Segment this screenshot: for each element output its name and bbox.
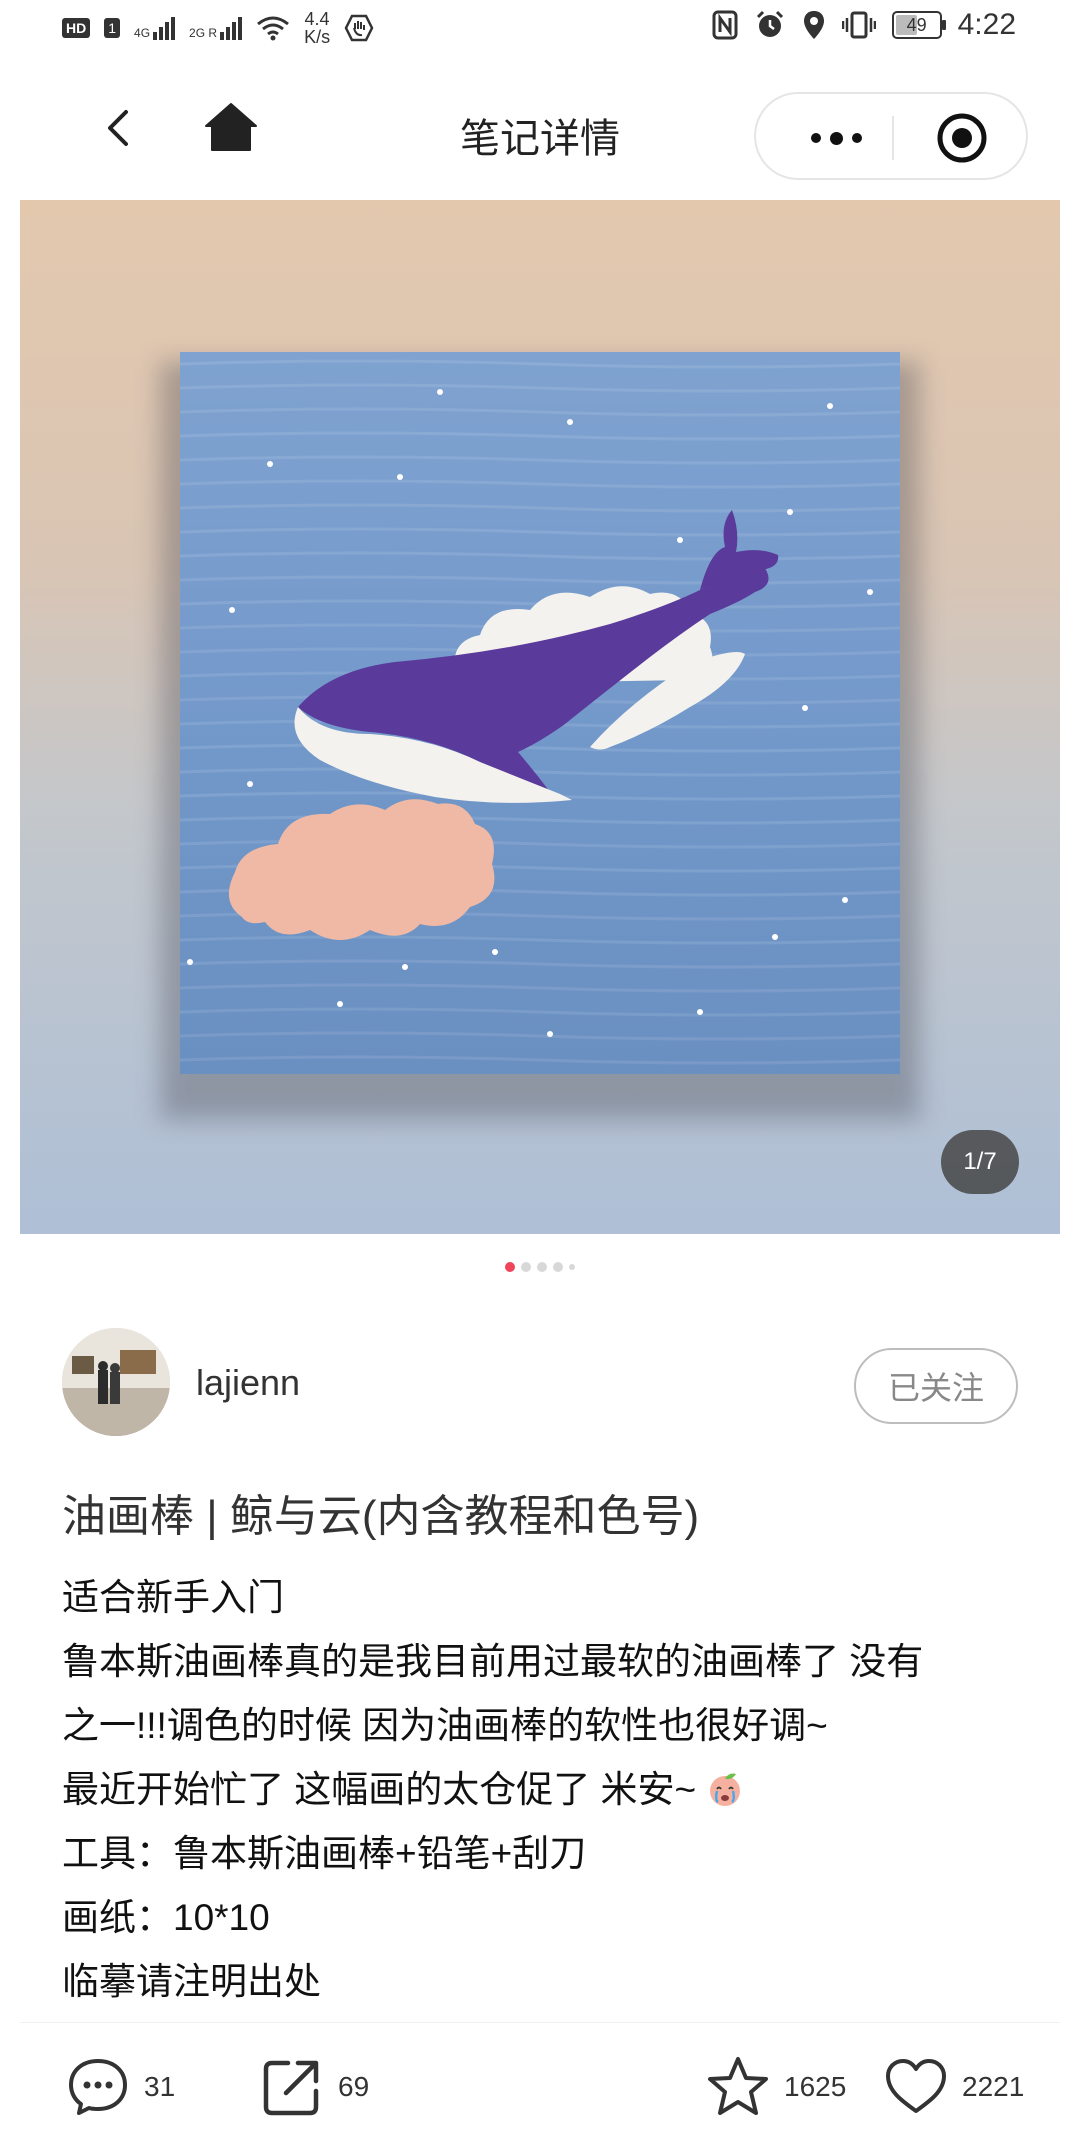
- nfc-icon: [712, 10, 738, 40]
- post-title: 油画棒 | 鲸与云(内含教程和色号): [62, 1492, 700, 1541]
- follow-button[interactable]: 已关注: [854, 1348, 1018, 1424]
- carousel-dot[interactable]: [521, 1262, 531, 1272]
- vibrate-icon: [841, 11, 876, 39]
- location-icon: [803, 11, 824, 39]
- heart-icon: [886, 2059, 946, 2113]
- author-name[interactable]: lajienn: [196, 1362, 300, 1404]
- battery-icon: 49: [891, 11, 946, 39]
- close-miniprogram-icon[interactable]: [936, 112, 988, 164]
- bottom-action-bar: 31 69 1625 2221: [20, 2022, 1060, 2146]
- signal-1: 4G: [134, 16, 176, 40]
- hd-indicator: HD: [62, 18, 91, 38]
- image-pager-badge: 1/7: [941, 1130, 1019, 1194]
- post-line: 画纸：10*10: [62, 1897, 270, 1938]
- image-carousel[interactable]: 1/7: [20, 200, 1060, 1234]
- miniprogram-capsule: [754, 92, 1028, 180]
- signal-bars-icon: [220, 16, 243, 40]
- like-count: 2221: [962, 2071, 1025, 2102]
- carousel-dot[interactable]: [537, 1262, 547, 1272]
- like-button[interactable]: 2221: [884, 2055, 1024, 2119]
- more-options-icon[interactable]: [796, 118, 876, 158]
- post-line: 适合新手入门: [62, 1577, 284, 1618]
- star-icon: [708, 2057, 768, 2115]
- status-time: 4:22: [957, 8, 1016, 41]
- post-line: 最近开始忙了 这幅画的太仓促了 米安~: [62, 1758, 1022, 1822]
- wifi-icon: [257, 16, 289, 41]
- alarm-icon: [756, 10, 783, 37]
- favorite-button[interactable]: 1625: [706, 2055, 846, 2119]
- shield-icon: [344, 14, 374, 42]
- share-button[interactable]: 69: [260, 2055, 369, 2119]
- carousel-dot-active[interactable]: [505, 1262, 515, 1272]
- net-speed: 4.4 K/s: [304, 9, 331, 47]
- comment-icon: [69, 2059, 127, 2115]
- share-count: 69: [338, 2071, 370, 2102]
- carousel-dot[interactable]: [569, 1264, 575, 1270]
- post-line: 工具：鲁本斯油画棒+铅笔+刮刀: [62, 1833, 587, 1874]
- favorite-count: 1625: [784, 2071, 847, 2102]
- nav-bar: 笔记详情: [20, 56, 1060, 200]
- signal-bars-icon: [153, 16, 176, 40]
- avatar[interactable]: [62, 1328, 170, 1436]
- whale-painting: [180, 352, 900, 1074]
- post-body: 适合新手入门 鲁本斯油画棒真的是我目前用过最软的油画棒了 没有 之一!!!调色的…: [62, 1566, 1022, 2014]
- share-icon: [263, 2060, 319, 2116]
- status-bar: HD 1 4G 2G R 4.4 K/s 49 4:22: [0, 0, 1080, 56]
- painting-image: [180, 352, 900, 1074]
- avatar-image: [62, 1328, 170, 1436]
- status-right: 49 4:22: [712, 8, 1016, 42]
- post-line: 之一!!!调色的时候 因为油画棒的软性也很好调~: [62, 1705, 828, 1746]
- carousel-dots: [0, 1262, 1080, 1272]
- status-left: HD 1 4G 2G R 4.4 K/s: [62, 10, 374, 46]
- carousel-dot[interactable]: [553, 1262, 563, 1272]
- comment-button[interactable]: 31: [66, 2055, 175, 2119]
- capsule-divider: [892, 116, 894, 160]
- post-line: 临摹请注明出处: [62, 1961, 321, 2002]
- sim-indicator: 1: [104, 18, 121, 38]
- post-line: 鲁本斯油画棒真的是我目前用过最软的油画棒了 没有: [62, 1641, 924, 1682]
- comment-count: 31: [144, 2071, 176, 2102]
- crying-peach-emoji-icon: [710, 1773, 741, 1806]
- signal-2: 2G R: [189, 16, 243, 40]
